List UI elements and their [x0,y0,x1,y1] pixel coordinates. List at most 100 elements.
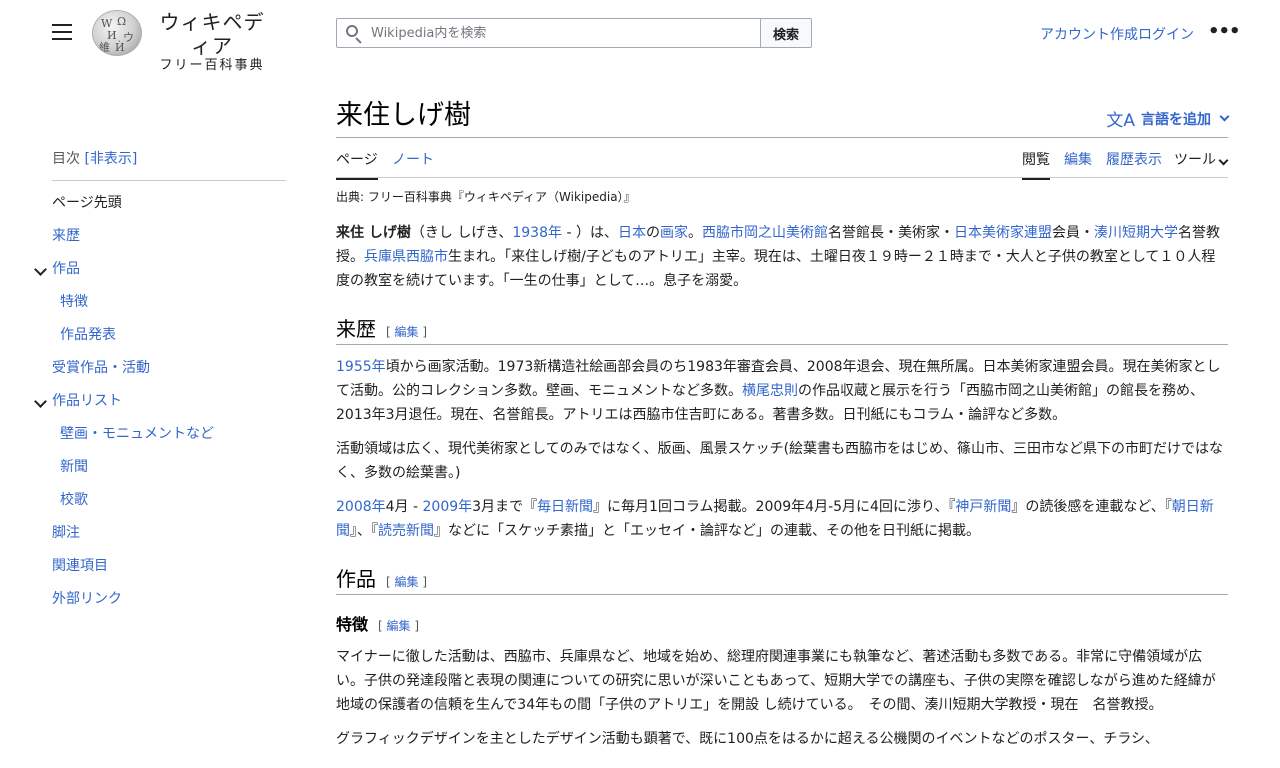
toc-item-works-list[interactable]: 作品リスト [34,385,286,418]
toc-item-label: 特徴 [60,294,88,310]
toc-item-label: 作品 [52,261,80,277]
link-2009[interactable]: 2009年 [423,499,473,515]
toc-item-label: 校歌 [60,492,88,508]
edit-section: [ 編集 ] [386,575,428,589]
link-1938[interactable]: 1938年 [512,225,562,241]
toc-header: 目次 [非表示] [52,148,286,181]
login-link[interactable]: ログイン [1138,27,1194,43]
text: の [645,225,660,241]
toc-item-notes[interactable]: 脚注 [52,517,286,550]
intro-paragraph: 来住 しげ樹（きし しげき、1938年 - ）は、日本の画家。西脇市岡之山美術館… [336,221,1228,293]
text: 』に毎月1回コラム掲載。2009年4月-5月に4回に渉り、『 [593,499,956,515]
text: （きし しげき、 [410,225,513,241]
toc-item-features[interactable]: 特徴 [52,286,286,319]
toc-item-label: 脚注 [52,525,80,541]
tab-talk[interactable]: ノート [392,149,434,178]
table-of-contents: 目次 [非表示] ページ先頭 来歴 作品 特徴 作品発表 受賞作品・活動 作品リ… [34,148,286,616]
chevron-down-icon [1219,111,1230,122]
toc-item-school-songs[interactable]: 校歌 [52,484,286,517]
logo-subtitle: フリー百科事典 [159,58,265,73]
toc-item-awards[interactable]: 受賞作品・活動 [52,352,286,385]
history-paragraph-3: 2008年4月 - 2009年3月まで『毎日新聞』に毎月1回コラム掲載。2009… [336,495,1228,543]
article-body: 来住 しげ樹（きし しげき、1938年 - ）は、日本の画家。西脇市岡之山美術館… [336,221,1228,751]
toc-item-publications[interactable]: 作品発表 [52,319,286,352]
link-college[interactable]: 湊川短期大学 [1094,225,1178,241]
page-title: 来住しげ樹 [336,100,471,131]
edit-link[interactable]: 編集 [395,575,419,589]
page-tabs: ページ ノート 閲覧 編集 履歴表示 ツール [336,138,1229,180]
article: 来住しげ樹 文A 言語を追加 ページ ノート 閲覧 編集 履歴表示 ツール 出典… [336,98,1230,751]
toc-item-external-links[interactable]: 外部リンク [52,583,286,616]
toc-item-history[interactable]: 来歴 [52,220,286,253]
history-paragraph-2: 活動領域は広く、現代美術家としてのみではなく、版画、風景スケッチ(絵葉書も西脇市… [336,441,1224,481]
wikipedia-wordmark[interactable]: ウィキペディア フリー百科事典 [150,10,274,74]
tab-history[interactable]: 履歴表示 [1106,149,1162,178]
search-button[interactable]: 検索 [760,18,812,48]
toc-item-label: ページ先頭 [52,195,122,211]
toc-item-label: 関連項目 [52,558,108,574]
link-mainichi[interactable]: 毎日新聞 [537,499,593,515]
create-account-link[interactable]: アカウント作成 [1040,27,1138,43]
toc-item-murals[interactable]: 壁画・モニュメントなど [52,418,286,451]
section-title: 特徴 [336,615,369,634]
text: 生まれ。「来住しげ樹/子どものアトリエ」主宰。現在は、土曜日夜１９時ー２１時まで… [336,249,1216,289]
section-title: 作品 [336,567,376,591]
tab-tools-label: ツール [1174,152,1216,168]
link-kobe[interactable]: 神戸新聞 [955,499,1011,515]
edit-section: [ 編集 ] [378,619,420,633]
edit-section: [ 編集 ] [386,325,428,339]
link-japan[interactable]: 日本 [618,225,646,241]
section-heading-history: 来歴 [ 編集 ] [336,313,1228,345]
search-input[interactable] [371,23,751,43]
toc-hide-link[interactable]: [非表示] [84,151,137,167]
text: 3月まで『 [472,499,538,515]
link-2008[interactable]: 2008年 [336,499,386,515]
features-paragraph-1: マイナーに徹した活動は、西脇市、兵庫県など、地域を始め、総理府関連事業にも執筆な… [336,649,1216,713]
text: 4月 - [385,499,423,515]
text: 。 [687,225,702,241]
wikipedia-globe-logo[interactable]: WΩИ ウ維Ѝ [92,10,142,56]
subject-name: 来住 しげ樹 [336,225,411,241]
tab-read[interactable]: 閲覧 [1022,149,1050,180]
text: 会員・ [1051,225,1094,241]
link-federation[interactable]: 日本美術家連盟 [954,225,1052,241]
toc-item-works[interactable]: 作品 [34,253,286,286]
toc-title: 目次 [52,151,80,167]
features-paragraph-2: グラフィックデザインを主としたデザイン活動も顕著で、既に100点をはるかに超える… [336,731,1159,747]
user-links: アカウント作成ログイン [1040,24,1194,44]
more-options-icon[interactable]: ••• [1208,23,1241,41]
chevron-down-icon[interactable] [34,395,47,408]
chevron-down-icon [1218,155,1229,166]
link-painter[interactable]: 画家 [660,225,688,241]
toc-item-newspapers[interactable]: 新聞 [52,451,286,484]
tab-page[interactable]: ページ [336,149,378,180]
edit-link[interactable]: 編集 [387,619,411,633]
subsection-heading-features: 特徴 [ 編集 ] [336,611,1228,635]
text: 』、『 [350,523,378,539]
link-hyogo[interactable]: 兵庫県 [364,249,406,265]
history-paragraph-1: 1955年頃から画家活動。1973新構造社絵画部会員のち1983年審査会員、20… [336,355,1228,427]
toc-item-top[interactable]: ページ先頭 [52,187,286,220]
main-menu-button[interactable] [52,24,72,42]
add-language-button[interactable]: 文A 言語を追加 [1106,106,1230,131]
link-yokoo[interactable]: 横尾忠則 [742,383,798,399]
link-yomiuri[interactable]: 読売新聞 [378,523,434,539]
toc-item-related[interactable]: 関連項目 [52,550,286,583]
menu-bar [52,24,72,26]
link-museum[interactable]: 西脇市岡之山美術館 [702,225,828,241]
tab-edit[interactable]: 編集 [1064,149,1092,178]
toc-item-label: 外部リンク [52,591,122,607]
translate-icon: 文A [1106,111,1135,131]
text: 』などに「スケッチ素描」と「エッセイ・論評など」の連載、その他を日刊紙に掲載。 [434,523,980,539]
text: 』の読後感を連載など、『 [1011,499,1172,515]
tab-tools[interactable]: ツール [1174,149,1229,178]
chevron-down-icon[interactable] [34,263,47,276]
search-icon [346,25,362,44]
search-box [336,18,761,48]
toc-item-label: 受賞作品・活動 [52,360,150,376]
link-1955[interactable]: 1955年 [336,359,386,375]
link-nishiwaki[interactable]: 西脇市 [406,249,448,265]
toc-item-label: 作品リスト [52,393,122,409]
edit-link[interactable]: 編集 [395,325,419,339]
menu-bar [52,38,72,40]
